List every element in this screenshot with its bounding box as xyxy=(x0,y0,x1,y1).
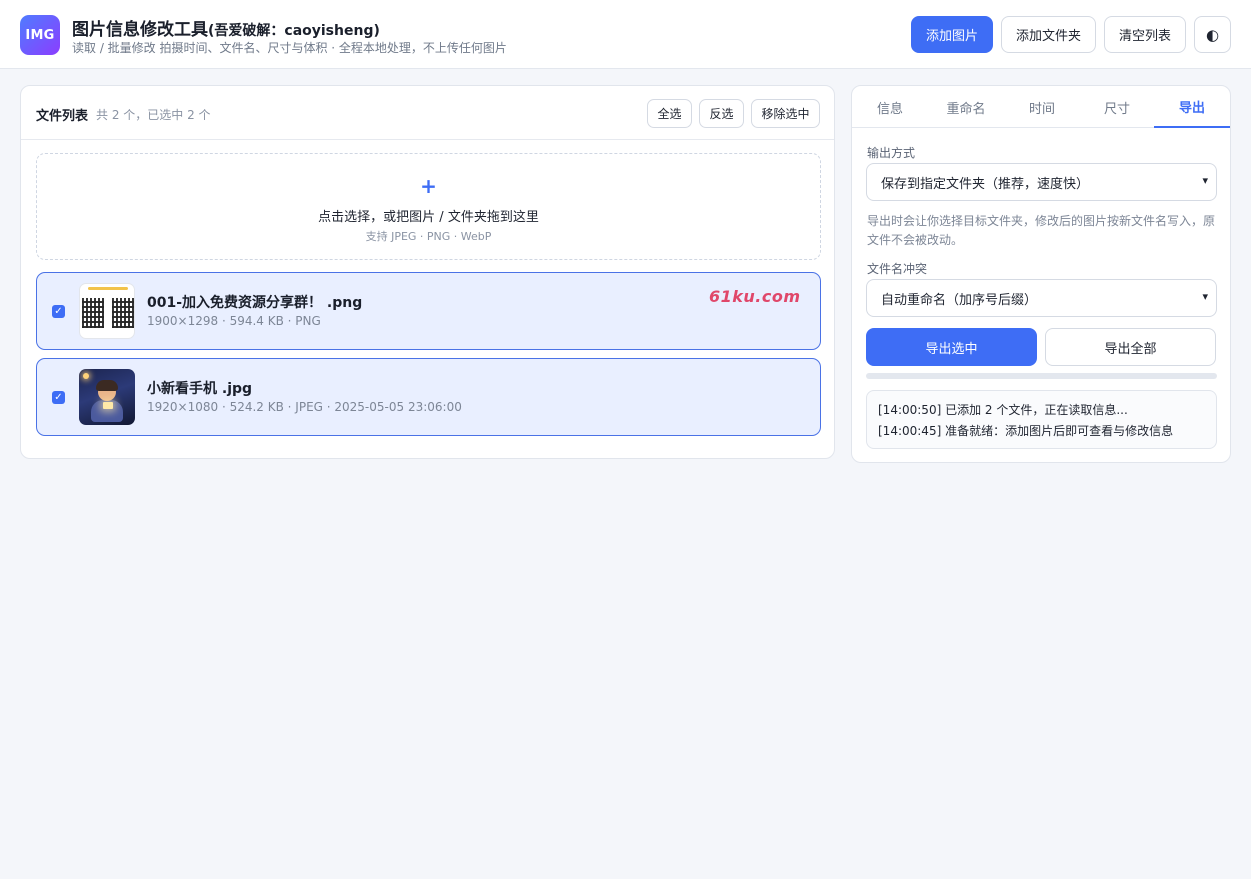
file-list-panel: 文件列表 共 2 个，已选中 2 个 全选 反选 移除选中 + 点击选择，或把图… xyxy=(20,85,835,459)
export-selected-button[interactable]: 导出选中 xyxy=(866,328,1037,366)
checkbox-checked-icon[interactable]: ✓ xyxy=(52,305,65,318)
side-panel: 信息 重命名 时间 尺寸 导出 输出方式 保存到指定文件夹（推荐，速度快） ▾ … xyxy=(851,85,1231,463)
tab-size[interactable]: 尺寸 xyxy=(1080,86,1154,128)
chevron-down-icon: ▾ xyxy=(1202,174,1208,187)
dropzone[interactable]: + 点击选择，或把图片 / 文件夹拖到这里 支持 JPEG · PNG · We… xyxy=(36,153,821,260)
file-meta: 1920×1080 · 524.2 KB · JPEG · 2025-05-05… xyxy=(147,400,462,414)
tab-info[interactable]: 信息 xyxy=(852,86,928,128)
file-name: 小新看手机 .jpg xyxy=(147,381,253,397)
export-progress-bar xyxy=(866,373,1217,379)
invert-selection-button[interactable]: 反选 xyxy=(699,99,744,128)
tab-bar: 信息 重命名 时间 尺寸 导出 xyxy=(852,86,1230,128)
file-list-header: 文件列表 共 2 个，已选中 2 个 全选 反选 移除选中 xyxy=(21,86,834,140)
log-panel: [14:00:50] 已添加 2 个文件，正在读取信息... [14:00:45… xyxy=(866,390,1217,449)
tab-time[interactable]: 时间 xyxy=(1004,86,1080,128)
output-mode-label: 输出方式 xyxy=(867,146,916,160)
theme-toggle-icon[interactable]: ◐ xyxy=(1194,16,1231,53)
tab-rename[interactable]: 重命名 xyxy=(928,86,1004,128)
app-logo: IMG xyxy=(20,15,60,55)
file-name: 001-加入免费资源分享群！ .png xyxy=(147,295,363,311)
app-title: 图片信息修改工具(吾爱破解：caoyisheng) xyxy=(72,20,380,40)
dropzone-label: 点击选择，或把图片 / 文件夹拖到这里 xyxy=(318,210,539,225)
plus-icon: + xyxy=(420,174,437,198)
file-list-count: 共 2 个，已选中 2 个 xyxy=(96,108,211,122)
file-item[interactable]: ✓ 001-加入免费资源分享群！ .png 1900×1298 · 594.4 … xyxy=(36,272,821,350)
chevron-down-icon: ▾ xyxy=(1202,290,1208,303)
file-list-title: 文件列表 xyxy=(36,109,89,124)
tab-export[interactable]: 导出 xyxy=(1154,86,1230,128)
clear-list-button[interactable]: 清空列表 xyxy=(1104,16,1186,53)
conflict-select[interactable]: 自动重命名（加序号后缀） ▾ xyxy=(866,279,1217,317)
log-line: [14:00:45] 准备就绪：添加图片后即可查看与修改信息 xyxy=(878,424,1174,438)
app-subtitle: 读取 / 批量修改 拍摄时间、文件名、尺寸与体积 · 全程本地处理，不上传任何图… xyxy=(72,41,507,55)
watermark-logo: 61ku.com xyxy=(709,287,801,306)
dropzone-formats: 支持 JPEG · PNG · WebP xyxy=(365,230,492,243)
qr-code-thumbnail xyxy=(79,283,135,339)
app-header: IMG 图片信息修改工具(吾爱破解：caoyisheng) 读取 / 批量修改 … xyxy=(0,0,1251,69)
conflict-label: 文件名冲突 xyxy=(867,262,928,276)
output-mode-select[interactable]: 保存到指定文件夹（推荐，速度快） ▾ xyxy=(866,163,1217,201)
file-item[interactable]: ✓ 小新看手机 .jpg 1920×1080 · 524.2 KB · JPEG… xyxy=(36,358,821,436)
checkbox-checked-icon[interactable]: ✓ xyxy=(52,391,65,404)
add-folder-button[interactable]: 添加文件夹 xyxy=(1001,16,1096,53)
log-line: [14:00:50] 已添加 2 个文件，正在读取信息... xyxy=(878,403,1128,417)
select-all-button[interactable]: 全选 xyxy=(647,99,692,128)
export-hint: 导出时会让你选择目标文件夹，修改后的图片按新文件名写入，原文件不会被改动。 xyxy=(867,214,1216,247)
export-all-button[interactable]: 导出全部 xyxy=(1045,328,1216,366)
illustration-thumbnail xyxy=(79,369,135,425)
file-meta: 1900×1298 · 594.4 KB · PNG xyxy=(147,314,321,328)
remove-selected-button[interactable]: 移除选中 xyxy=(751,99,820,128)
add-image-button[interactable]: 添加图片 xyxy=(911,16,993,53)
